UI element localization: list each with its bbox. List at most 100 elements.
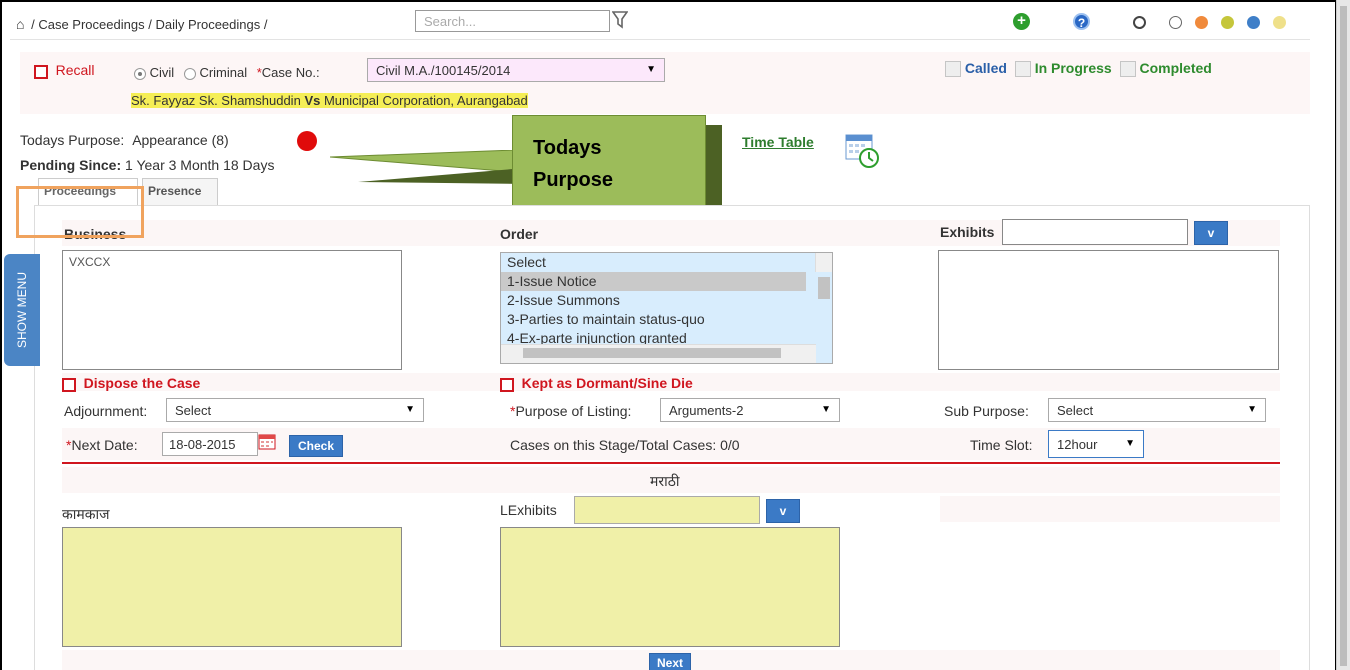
called-checkbox[interactable] <box>945 61 961 78</box>
in-progress-checkbox[interactable] <box>1014 61 1031 78</box>
listbox-horizontal-scrollbar[interactable] <box>501 344 816 363</box>
breadcrumb-sep: / <box>31 17 35 32</box>
help-icon[interactable]: ? <box>1073 13 1090 30</box>
completed-checkbox[interactable] <box>1119 61 1136 78</box>
callout-pointer <box>330 150 525 184</box>
case-no-select[interactable]: Civil M.A./100145/2014 ▼ <box>367 58 665 82</box>
callout-line2: Purpose <box>533 169 614 191</box>
kamkaj-label: कामकाज <box>62 506 110 522</box>
cases-stage: Cases on this Stage/Total Cases: 0/0 <box>510 437 740 453</box>
order-option[interactable]: Select <box>501 253 832 272</box>
chevron-down-icon: ▼ <box>1125 438 1135 449</box>
criminal-label: Criminal <box>199 65 248 80</box>
criminal-radio[interactable] <box>183 67 196 80</box>
breadcrumb-item-daily-proceedings[interactable]: Daily Proceedings <box>155 17 260 32</box>
calendar-clock-icon[interactable] <box>845 131 879 169</box>
order-label: Order <box>500 226 539 242</box>
search-input[interactable]: Search... <box>415 10 610 32</box>
theme-dot[interactable] <box>1221 16 1234 29</box>
pending-since: Pending Since: 1 Year 3 Month 18 Days <box>20 157 274 173</box>
exhibits-label: Exhibits <box>940 224 995 240</box>
time-table-link[interactable]: Time Table <box>742 134 814 150</box>
sub-purpose-select[interactable]: Select ▼ <box>1048 398 1266 422</box>
breadcrumb-sep: / <box>148 17 152 32</box>
show-menu-button[interactable]: SHOW MENU <box>4 254 40 366</box>
time-slot-label: Time Slot: <box>970 437 1033 453</box>
kamkaj-textarea[interactable] <box>62 527 402 647</box>
lexhibits-input[interactable] <box>574 496 760 524</box>
exhibits-input[interactable] <box>1002 219 1188 245</box>
dormant-checkbox[interactable] <box>500 377 514 392</box>
versus: Vs <box>304 93 321 108</box>
theme-dot[interactable] <box>1133 16 1146 29</box>
next-button[interactable]: Next <box>649 653 691 670</box>
status-group: Called In Progress Completed <box>945 60 1212 78</box>
theme-dot[interactable] <box>1169 16 1182 29</box>
cases-stage-label: Cases on this Stage/Total Cases: <box>510 437 717 453</box>
lexhibits-dropdown-button[interactable]: v <box>766 499 800 523</box>
called-label: Called <box>964 60 1007 76</box>
add-icon[interactable]: + <box>1013 13 1030 30</box>
dispose-checkbox[interactable] <box>62 377 76 392</box>
listbox-hscroll-thumb[interactable] <box>523 348 781 358</box>
breadcrumb-sep: / <box>263 17 268 32</box>
recall-checkbox[interactable] <box>34 64 48 79</box>
chevron-down-icon: ▼ <box>1247 404 1257 415</box>
in-progress-label: In Progress <box>1034 60 1112 76</box>
order-option[interactable]: 3-Parties to maintain status-quo <box>501 310 832 329</box>
todays-purpose-value: Appearance (8) <box>132 132 229 148</box>
respondent: Municipal Corporation, Aurangabad <box>323 93 528 108</box>
calendar-icon[interactable] <box>258 434 276 450</box>
time-slot-value: 12hour <box>1057 437 1098 452</box>
listbox-vertical-scrollbar[interactable] <box>815 253 832 299</box>
section-divider <box>62 462 1280 464</box>
marathi-heading: मराठी <box>650 473 680 489</box>
dispose-toggle[interactable]: Dispose the Case <box>62 375 200 392</box>
order-option[interactable]: 2-Issue Summons <box>501 291 832 310</box>
recall-toggle[interactable]: Recall <box>34 62 95 79</box>
exhibits-dropdown-button[interactable]: v <box>1194 221 1228 245</box>
recall-label: Recall <box>55 62 95 78</box>
case-no-label: Case No.: <box>261 65 320 80</box>
sub-purpose-label: Sub Purpose: <box>944 403 1029 419</box>
next-date-label-text: Next Date: <box>71 437 138 453</box>
listbox-scroll-thumb[interactable] <box>818 277 830 299</box>
filter-icon[interactable] <box>612 11 628 29</box>
chevron-down-icon: ▼ <box>821 404 831 415</box>
parties-text: Sk. Fayyaz Sk. Shamshuddin Vs Municipal … <box>131 93 528 108</box>
next-date-label: *Next Date: <box>66 437 138 453</box>
tab-presence[interactable]: Presence <box>142 178 218 206</box>
scrollbar-thumb[interactable] <box>1340 6 1347 666</box>
todays-purpose: Todays Purpose: Appearance (8) <box>20 132 229 148</box>
case-no-value: Civil M.A./100145/2014 <box>376 63 511 78</box>
marathi-label-row-right <box>940 496 1280 522</box>
completed-label: Completed <box>1139 60 1212 76</box>
civil-label: Civil <box>149 65 175 80</box>
order-listbox[interactable]: Select 1-Issue Notice 2-Issue Summons 3-… <box>500 252 833 364</box>
civil-radio[interactable] <box>134 67 146 80</box>
time-slot-select[interactable]: 12hour ▼ <box>1048 430 1144 458</box>
lexhibits-textarea[interactable] <box>500 527 840 647</box>
sub-purpose-value: Select <box>1057 403 1094 418</box>
purpose-listing-label: *Purpose of Listing: <box>510 403 632 419</box>
pending-since-value: 1 Year 3 Month 18 Days <box>125 157 275 173</box>
business-textarea[interactable]: VXCCX <box>62 250 402 370</box>
chevron-down-icon: ▼ <box>405 404 415 415</box>
theme-dot[interactable] <box>1247 16 1260 29</box>
home-icon[interactable]: ⌂ <box>16 16 24 32</box>
dormant-label: Kept as Dormant/Sine Die <box>521 375 693 391</box>
adjournment-select[interactable]: Select ▼ <box>166 398 424 422</box>
check-button[interactable]: Check <box>289 435 343 457</box>
next-date-input[interactable]: 18-08-2015 <box>162 432 258 456</box>
theme-dot[interactable] <box>1273 16 1286 29</box>
breadcrumb-item-case-proceedings[interactable]: Case Proceedings <box>38 17 144 32</box>
theme-dot[interactable] <box>1195 16 1208 29</box>
breadcrumb: ⌂ / Case Proceedings / Daily Proceedings… <box>16 16 267 32</box>
dispose-label: Dispose the Case <box>83 375 201 391</box>
order-option-selected[interactable]: 1-Issue Notice <box>501 272 806 291</box>
scrollbar[interactable] <box>1336 0 1350 670</box>
purpose-listing-value: Arguments-2 <box>669 403 744 418</box>
exhibits-textarea[interactable] <box>938 250 1279 370</box>
dormant-toggle[interactable]: Kept as Dormant/Sine Die <box>500 375 693 392</box>
purpose-listing-select[interactable]: Arguments-2 ▼ <box>660 398 840 422</box>
